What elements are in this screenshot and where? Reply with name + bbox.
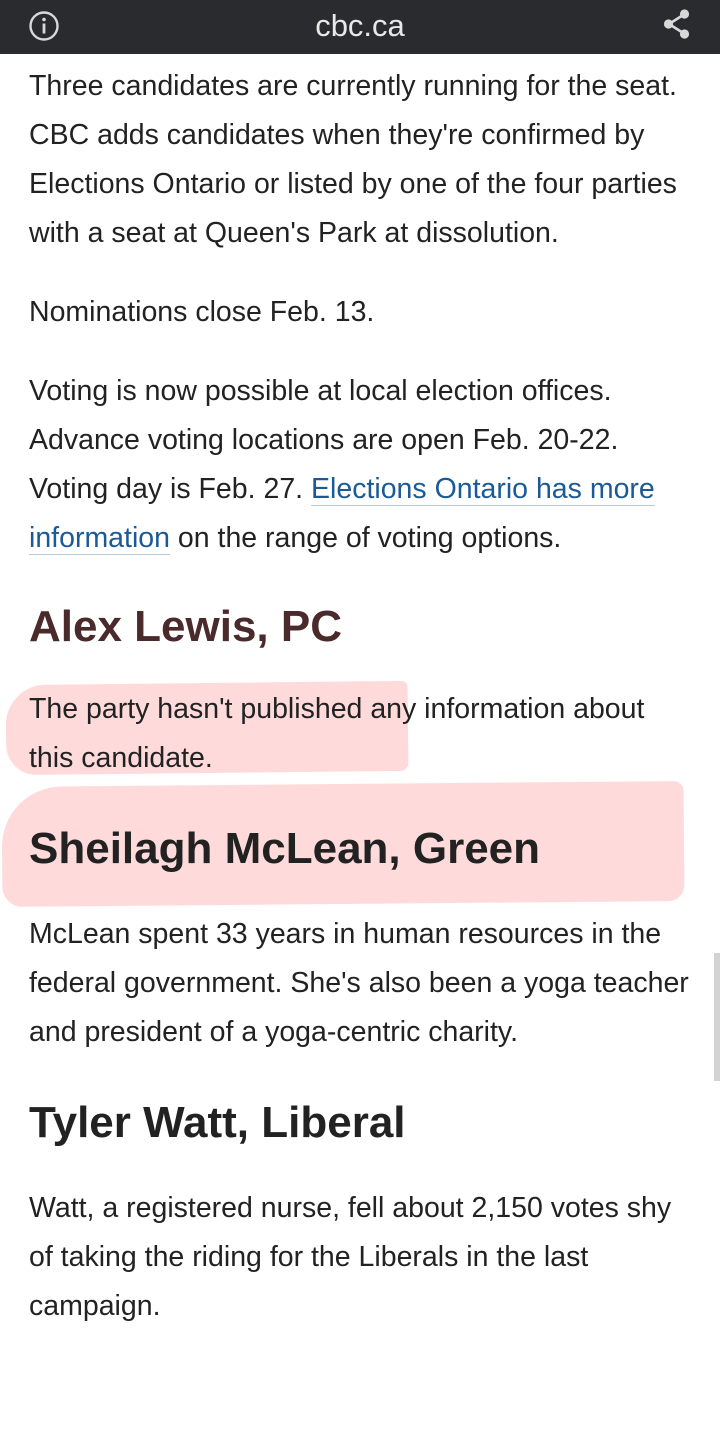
candidate-heading: Alex Lewis, PC [29, 602, 343, 651]
nominations-paragraph: Nominations close Feb. 13. [29, 296, 375, 328]
intro-paragraph: Three candidates are currently running f… [29, 70, 677, 249]
browser-top-bar: cbc.ca [0, 0, 720, 54]
candidate-bio: The party hasn't published any informati… [29, 693, 645, 774]
scrollbar[interactable] [714, 953, 720, 1081]
candidate-bio: Watt, a registered nurse, fell about 2,1… [29, 1192, 672, 1322]
voting-paragraph: Voting is now possible at local election… [29, 367, 694, 563]
candidate-bio: McLean spent 33 years in human resources… [29, 918, 689, 1048]
site-domain: cbc.ca [315, 8, 405, 43]
candidate-heading: Tyler Watt, Liberal [29, 1098, 406, 1147]
share-icon[interactable] [662, 8, 692, 40]
article-body: Three candidates are currently running f… [29, 62, 694, 1331]
candidate-heading: Sheilagh McLean, Green [29, 824, 541, 873]
voting-text-after: on the range of voting options. [169, 522, 562, 554]
